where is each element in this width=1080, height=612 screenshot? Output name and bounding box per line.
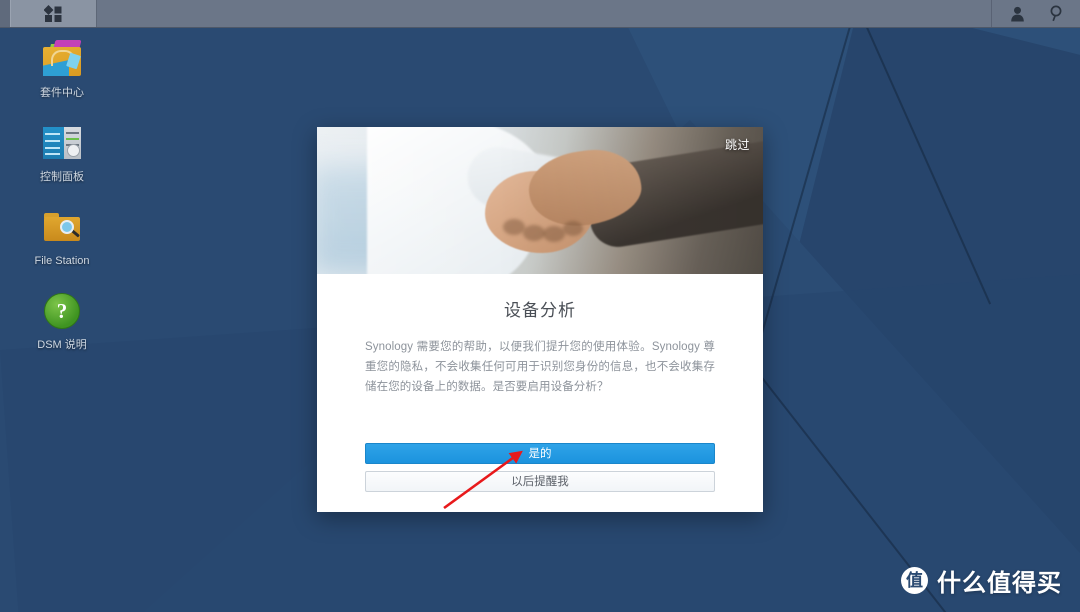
dialog-description: Synology 需要您的帮助，以便我们提升您的使用体验。Synology 尊重… <box>365 341 715 393</box>
desktop-icon-control-panel[interactable]: 控制面板 <box>20 122 104 184</box>
watermark-text: 什么值得买 <box>937 570 1062 597</box>
skip-link[interactable]: 跳过 <box>725 136 750 153</box>
device-analytics-dialog: 跳过 设备分析 Synology 需要您的帮助，以便我们提升您的使用体验。Syn… <box>317 127 763 512</box>
search-icon[interactable] <box>1048 5 1066 23</box>
control-panel-icon <box>41 122 83 164</box>
watermark-logo: 值 <box>901 567 928 594</box>
taskbar-tray <box>991 0 1080 27</box>
dialog-hero-image: 跳过 <box>317 127 763 274</box>
desktop-icon-label: File Station <box>34 255 90 267</box>
desktop-icon-dsm-help[interactable]: ? DSM 说明 <box>20 290 104 352</box>
screen-root: 套件中心 控制面板 File Station ? DSM 说明 跳过 设备分析 … <box>0 0 1080 612</box>
desktop-icon-list: 套件中心 控制面板 File Station ? DSM 说明 <box>20 38 104 374</box>
desktop-icon-label: DSM 说明 <box>37 339 87 351</box>
dsm-help-icon: ? <box>41 290 83 332</box>
package-center-icon <box>41 38 83 80</box>
dialog-body: 设备分析 Synology 需要您的帮助，以便我们提升您的使用体验。Synolo… <box>317 274 763 397</box>
desktop-icon-file-station[interactable]: File Station <box>20 206 104 268</box>
dialog-title: 设备分析 <box>504 301 576 320</box>
desktop-icon-package-center[interactable]: 套件中心 <box>20 38 104 100</box>
desktop-icon-label: 控制面板 <box>40 171 84 183</box>
file-station-icon <box>41 206 83 248</box>
user-account-icon[interactable] <box>1008 5 1026 23</box>
desktop-icon-label: 套件中心 <box>40 87 84 99</box>
dialog-actions: 是的 以后提醒我 <box>317 443 763 512</box>
yes-button[interactable]: 是的 <box>365 443 715 464</box>
grid-apps-icon <box>43 4 61 22</box>
taskbar-window-area <box>97 0 991 27</box>
taskbar-left-edge <box>0 0 10 27</box>
watermark: 值 什么值得买 <box>901 563 1062 598</box>
remind-me-later-button[interactable]: 以后提醒我 <box>365 471 715 492</box>
main-menu-button[interactable] <box>10 0 97 27</box>
taskbar <box>0 0 1080 28</box>
handshake-photo <box>317 127 763 274</box>
